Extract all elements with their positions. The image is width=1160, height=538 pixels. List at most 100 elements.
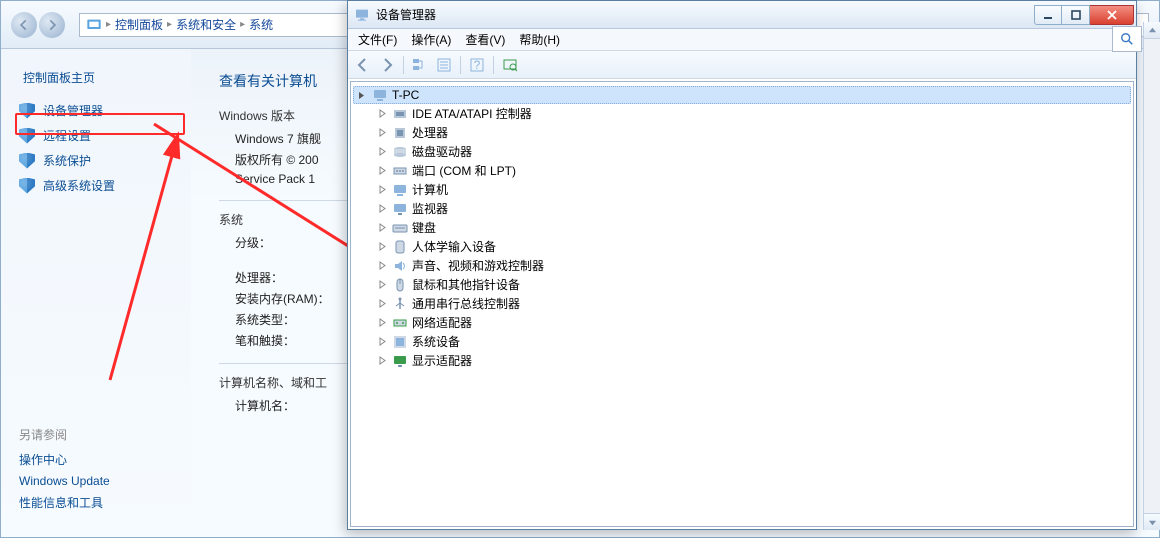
computer-icon: [392, 182, 408, 198]
hid-icon: [392, 239, 408, 255]
expand-icon[interactable]: [377, 260, 388, 271]
chevron-right-icon: ▸: [106, 19, 111, 30]
tree-node-label: 人体学输入设备: [412, 238, 496, 255]
tree-node[interactable]: 显示适配器: [353, 351, 1131, 370]
cpu-icon: [392, 125, 408, 141]
expand-icon[interactable]: [377, 222, 388, 233]
sidebar-item-advanced[interactable]: 高级系统设置: [1, 173, 191, 198]
disk-icon: [392, 144, 408, 160]
sidebar-item-protection[interactable]: 系统保护: [1, 148, 191, 173]
expand-icon[interactable]: [377, 184, 388, 195]
shield-icon: [19, 153, 35, 169]
tree-node[interactable]: 键盘: [353, 218, 1131, 237]
control-panel-icon: [86, 17, 102, 33]
collapse-icon[interactable]: [357, 90, 368, 101]
list-icon: [436, 57, 452, 73]
tree-node[interactable]: 系统设备: [353, 332, 1131, 351]
tree-node[interactable]: 声音、视频和游戏控制器: [353, 256, 1131, 275]
keyboard-icon: [392, 220, 408, 236]
tree-node-label: 端口 (COM 和 LPT): [412, 162, 516, 179]
minimize-icon: [1043, 10, 1053, 20]
back-button[interactable]: [11, 12, 37, 38]
tree-node[interactable]: 端口 (COM 和 LPT): [353, 161, 1131, 180]
tree-node[interactable]: 磁盘驱动器: [353, 142, 1131, 161]
sidebar-item-label: 高级系统设置: [43, 177, 115, 194]
shield-icon: [19, 178, 35, 194]
chevron-right-icon: ▸: [167, 19, 172, 30]
port-icon: [392, 163, 408, 179]
sound-icon: [392, 258, 408, 274]
toolbar-forward-button[interactable]: [376, 54, 398, 76]
tree-node-label: 系统设备: [412, 333, 460, 350]
tree-node[interactable]: 通用串行总线控制器: [353, 294, 1131, 313]
toolbar: ?: [348, 51, 1136, 79]
close-icon: [1107, 10, 1117, 20]
sidebar-item-label: 系统保护: [43, 152, 91, 169]
breadcrumb[interactable]: 系统: [249, 16, 273, 33]
see-also-link[interactable]: 操作中心: [19, 451, 110, 468]
maximize-button[interactable]: [1062, 5, 1090, 25]
expand-icon[interactable]: [377, 298, 388, 309]
tree-node-label: 通用串行总线控制器: [412, 295, 520, 312]
expand-icon[interactable]: [377, 279, 388, 290]
toolbar-help-button[interactable]: ?: [466, 54, 488, 76]
tree-root[interactable]: T-PC: [353, 86, 1131, 104]
tree-node-label: 监视器: [412, 200, 448, 217]
tree-node-label: 鼠标和其他指针设备: [412, 276, 520, 293]
see-also-link[interactable]: 性能信息和工具: [19, 494, 110, 511]
scroll-up-button[interactable]: [1144, 22, 1160, 39]
expand-icon[interactable]: [377, 355, 388, 366]
see-also-title: 另请参阅: [19, 426, 110, 443]
see-also-link[interactable]: Windows Update: [19, 474, 110, 488]
tree-node-label: 声音、视频和游戏控制器: [412, 257, 544, 274]
svg-text:?: ?: [474, 58, 481, 72]
arrow-left-icon: [17, 18, 31, 32]
tree-node[interactable]: IDE ATA/ATAPI 控制器: [353, 104, 1131, 123]
title-bar[interactable]: 设备管理器: [348, 1, 1136, 29]
toolbar-scan-button[interactable]: [499, 54, 521, 76]
close-button[interactable]: [1090, 5, 1134, 25]
menu-file[interactable]: 文件(F): [352, 29, 403, 50]
expand-icon[interactable]: [377, 165, 388, 176]
expand-icon[interactable]: [377, 203, 388, 214]
tree-node[interactable]: 鼠标和其他指针设备: [353, 275, 1131, 294]
expand-icon[interactable]: [377, 317, 388, 328]
annotation-highlight: [15, 113, 185, 135]
breadcrumb[interactable]: 控制面板: [115, 16, 163, 33]
folder-tree-icon: [412, 57, 428, 73]
menu-action[interactable]: 操作(A): [405, 29, 457, 50]
scroll-down-button[interactable]: [1144, 513, 1160, 530]
tree-root-label: T-PC: [392, 88, 419, 102]
toolbar-show-hidden-button[interactable]: [409, 54, 431, 76]
arrow-right-icon: [45, 18, 59, 32]
tree-node[interactable]: 网络适配器: [353, 313, 1131, 332]
forward-button[interactable]: [39, 12, 65, 38]
device-tree[interactable]: T-PC IDE ATA/ATAPI 控制器处理器磁盘驱动器端口 (COM 和 …: [350, 81, 1134, 527]
minimize-button[interactable]: [1034, 5, 1062, 25]
menu-view[interactable]: 查看(V): [459, 29, 511, 50]
tree-node[interactable]: 监视器: [353, 199, 1131, 218]
expand-icon[interactable]: [377, 146, 388, 157]
mouse-icon: [392, 277, 408, 293]
expand-icon[interactable]: [377, 336, 388, 347]
tree-node-label: 键盘: [412, 219, 436, 236]
toolbar-back-button[interactable]: [352, 54, 374, 76]
toolbar-separator: [493, 56, 494, 74]
tree-node-label: 显示适配器: [412, 352, 472, 369]
tree-node[interactable]: 计算机: [353, 180, 1131, 199]
tree-node[interactable]: 人体学输入设备: [353, 237, 1131, 256]
expand-icon[interactable]: [377, 108, 388, 119]
expand-icon[interactable]: [377, 241, 388, 252]
tree-node[interactable]: 处理器: [353, 123, 1131, 142]
scrollbar[interactable]: [1143, 22, 1160, 530]
menu-bar: 文件(F) 操作(A) 查看(V) 帮助(H): [348, 29, 1136, 51]
expand-icon[interactable]: [377, 127, 388, 138]
breadcrumb[interactable]: 系统和安全: [176, 16, 236, 33]
see-also: 另请参阅 操作中心 Windows Update 性能信息和工具: [19, 426, 110, 517]
menu-help[interactable]: 帮助(H): [513, 29, 566, 50]
arrow-left-icon: [355, 57, 371, 73]
tree-node-label: 计算机: [412, 181, 448, 198]
scan-icon: [502, 57, 518, 73]
toolbar-properties-button[interactable]: [433, 54, 455, 76]
search-button[interactable]: [1112, 26, 1142, 52]
